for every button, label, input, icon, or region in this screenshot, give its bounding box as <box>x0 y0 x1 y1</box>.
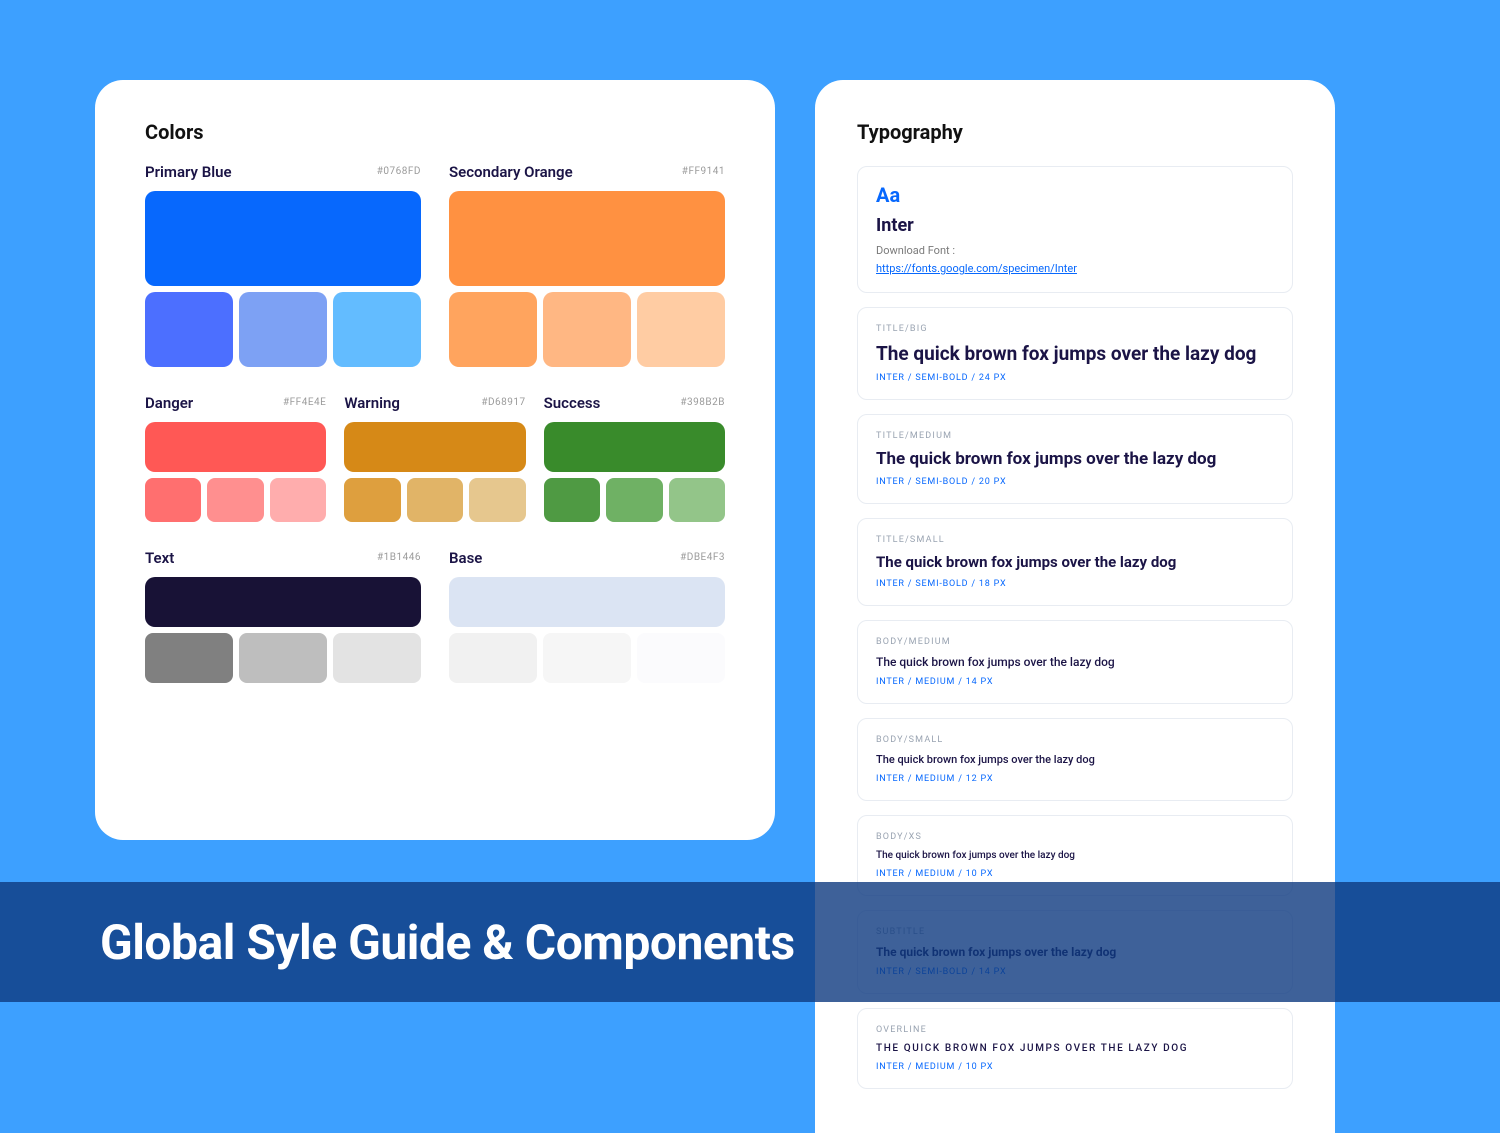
swatch-success-main <box>544 422 725 472</box>
color-name-primary: Primary Blue <box>145 163 232 181</box>
color-name-success: Success <box>544 394 601 412</box>
swatch-success-shade-1 <box>606 478 662 522</box>
swatch-text-shade-0 <box>145 633 233 683</box>
color-group-secondary: Secondary Orange #FF9141 <box>449 162 725 367</box>
color-name-danger: Danger <box>145 394 193 412</box>
swatch-base-shade-1 <box>543 633 631 683</box>
spec-label: BODY/XS <box>876 832 1274 842</box>
title-banner-text: Global Syle Guide & Components <box>100 914 795 971</box>
swatch-primary-shade-0 <box>145 292 233 367</box>
spec-sample: The quick brown fox jumps over the lazy … <box>876 655 1274 669</box>
color-name-warning: Warning <box>344 394 400 412</box>
spec-sample: The quick brown fox jumps over the lazy … <box>876 753 1274 766</box>
swatch-secondary-shade-1 <box>543 292 631 367</box>
colors-heading: Colors <box>145 120 725 144</box>
color-group-success: Success #398B2B <box>544 393 725 522</box>
download-font-link[interactable]: https://fonts.google.com/specimen/Inter <box>876 262 1077 275</box>
type-spec-body-medium: BODY/MEDIUM The quick brown fox jumps ov… <box>857 620 1293 704</box>
spec-sample: The quick brown fox jumps over the lazy … <box>876 850 1274 861</box>
spec-sample: THE QUICK BROWN FOX JUMPS OVER THE LAZY … <box>876 1043 1274 1054</box>
swatch-primary-shade-2 <box>333 292 421 367</box>
font-name: Inter <box>876 215 1274 236</box>
color-group-text: Text #1B1446 <box>145 548 421 683</box>
color-group-primary: Primary Blue #0768FD <box>145 162 421 367</box>
color-hex-text: #1B1446 <box>377 552 421 563</box>
type-spec-title-big: TITLE/BIG The quick brown fox jumps over… <box>857 307 1293 400</box>
swatch-text-shade-2 <box>333 633 421 683</box>
swatch-success-shade-0 <box>544 478 600 522</box>
type-spec-title-small: TITLE/SMALL The quick brown fox jumps ov… <box>857 518 1293 606</box>
spec-line: INTER / SEMI-BOLD / 18 PX <box>876 579 1274 589</box>
swatch-secondary-shade-0 <box>449 292 537 367</box>
title-banner: Global Syle Guide & Components <box>0 882 1500 1002</box>
color-hex-secondary: #FF9141 <box>682 166 725 177</box>
color-group-warning: Warning #D68917 <box>344 393 525 522</box>
color-name-secondary: Secondary Orange <box>449 163 573 181</box>
spec-line: INTER / MEDIUM / 10 PX <box>876 1062 1274 1072</box>
swatch-primary-shade-1 <box>239 292 327 367</box>
color-hex-success: #398B2B <box>680 397 725 408</box>
swatch-base-shade-2 <box>637 633 725 683</box>
spec-line: INTER / SEMI-BOLD / 24 PX <box>876 373 1274 383</box>
typography-heading: Typography <box>857 120 1293 144</box>
color-group-danger: Danger #FF4E4E <box>145 393 326 522</box>
spec-line: INTER / MEDIUM / 14 PX <box>876 677 1274 687</box>
spec-sample: The quick brown fox jumps over the lazy … <box>876 449 1274 469</box>
spec-sample: The quick brown fox jumps over the lazy … <box>876 342 1274 365</box>
color-hex-warning: #D68917 <box>481 397 525 408</box>
swatch-success-shade-2 <box>669 478 725 522</box>
swatch-danger-main <box>145 422 326 472</box>
swatch-warning-shade-1 <box>407 478 463 522</box>
color-name-base: Base <box>449 549 482 567</box>
swatch-warning-shade-2 <box>469 478 525 522</box>
swatch-primary-main <box>145 191 421 286</box>
type-spec-title-medium: TITLE/MEDIUM The quick brown fox jumps o… <box>857 414 1293 504</box>
swatch-warning-shade-0 <box>344 478 400 522</box>
color-hex-primary: #0768FD <box>377 166 421 177</box>
swatch-secondary-shade-2 <box>637 292 725 367</box>
type-spec-body-small: BODY/SMALL The quick brown fox jumps ove… <box>857 718 1293 801</box>
spec-label: BODY/SMALL <box>876 735 1274 745</box>
color-hex-base: #DBE4F3 <box>680 552 725 563</box>
swatch-secondary-main <box>449 191 725 286</box>
font-preview-aa: Aa <box>876 183 1274 207</box>
spec-line: INTER / MEDIUM / 10 PX <box>876 869 1274 879</box>
swatch-text-main <box>145 577 421 627</box>
spec-label: BODY/MEDIUM <box>876 637 1274 647</box>
swatch-base-shade-0 <box>449 633 537 683</box>
swatch-danger-shade-1 <box>207 478 263 522</box>
swatch-danger-shade-0 <box>145 478 201 522</box>
swatch-base-main <box>449 577 725 627</box>
color-hex-danger: #FF4E4E <box>283 397 326 408</box>
swatch-danger-shade-2 <box>270 478 326 522</box>
colors-card: Colors Primary Blue #0768FD Secondary Or… <box>95 80 775 840</box>
spec-sample: The quick brown fox jumps over the lazy … <box>876 553 1274 571</box>
type-spec-overline: OVERLINE THE QUICK BROWN FOX JUMPS OVER … <box>857 1008 1293 1089</box>
download-label: Download Font : <box>876 244 1274 257</box>
color-group-base: Base #DBE4F3 <box>449 548 725 683</box>
spec-label: OVERLINE <box>876 1025 1274 1035</box>
spec-line: INTER / SEMI-BOLD / 20 PX <box>876 477 1274 487</box>
font-info-box: Aa Inter Download Font : https://fonts.g… <box>857 166 1293 293</box>
spec-line: INTER / MEDIUM / 12 PX <box>876 774 1274 784</box>
swatch-text-shade-1 <box>239 633 327 683</box>
spec-label: TITLE/BIG <box>876 324 1274 334</box>
spec-label: TITLE/SMALL <box>876 535 1274 545</box>
spec-label: TITLE/MEDIUM <box>876 431 1274 441</box>
swatch-warning-main <box>344 422 525 472</box>
color-name-text: Text <box>145 549 174 567</box>
